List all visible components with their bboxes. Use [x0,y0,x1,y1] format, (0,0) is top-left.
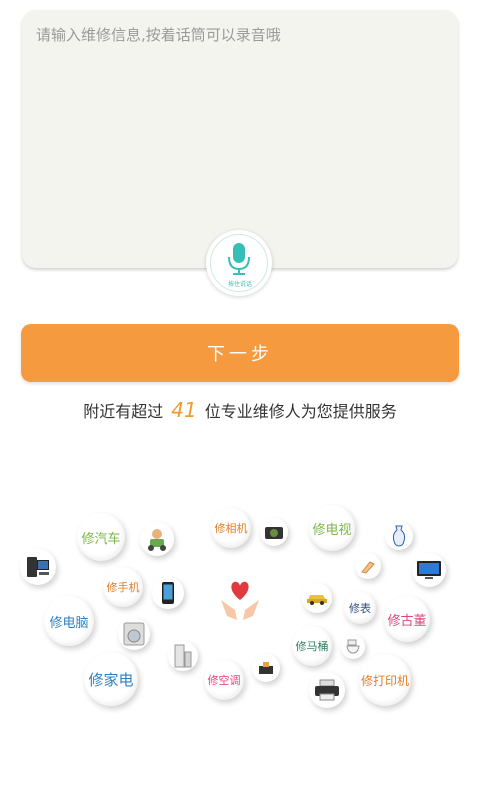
service-appliance-label: 修家电 [88,670,134,689]
voice-record-button[interactable]: 按住说话 [206,230,272,296]
service-camera[interactable]: 修相机 [211,508,251,548]
vase-icon[interactable] [385,522,413,550]
hand-tool-icon[interactable] [355,553,381,579]
service-watch[interactable]: 修表 [344,592,376,624]
service-toilet[interactable]: 修马桶 [292,626,332,666]
smartphone-icon[interactable] [152,577,184,609]
service-camera-label: 修相机 [214,522,248,535]
service-printer-label: 修打印机 [360,673,409,688]
toilet-icon[interactable] [341,635,365,659]
service-antique[interactable]: 修古董 [384,596,430,642]
washing-machine-icon[interactable] [118,618,150,650]
television-icon[interactable] [412,553,446,587]
service-appliance[interactable]: 修家电 [84,652,138,706]
service-ac-label: 修空调 [207,674,241,687]
nearby-repairers-info: 附近有超过 41 位专业维修人为您提供服务 [0,398,480,422]
refrigerator-icon[interactable] [168,641,198,671]
service-computer-label: 修电脑 [49,615,89,631]
service-antique-label: 修古董 [387,613,427,629]
next-step-button[interactable]: 下一步 [21,324,459,382]
camera-icon[interactable] [260,518,288,546]
service-watch-label: 修表 [349,602,371,615]
service-printer[interactable]: 修打印机 [359,654,411,706]
service-computer[interactable]: 修电脑 [44,596,94,646]
service-tv-label: 修电视 [312,522,352,538]
input-placeholder: 请输入维修信息,按着话筒可以录音哦 [36,26,281,44]
microphone-icon [228,243,250,275]
service-ac[interactable]: 修空调 [204,660,244,700]
service-phone-label: 修手机 [106,581,140,594]
service-car[interactable]: 修汽车 [77,513,125,561]
printer-icon[interactable] [309,672,345,708]
heart-hands-icon [215,574,265,624]
repairer-count: 41 [171,398,197,422]
desktop-computer-icon[interactable] [20,549,56,585]
repair-tool-icon[interactable] [252,654,280,682]
service-phone[interactable]: 修手机 [103,567,143,607]
mic-label: 按住说话 [227,281,252,288]
service-toilet-label: 修马桶 [295,640,329,653]
info-suffix: 位专业维修人为您提供服务 [204,402,397,421]
info-prefix: 附近有超过 [83,402,164,421]
service-tv[interactable]: 修电视 [309,505,355,551]
mic-circle[interactable]: 按住说话 [210,234,268,292]
delivery-person-icon[interactable] [140,522,174,556]
car-icon[interactable] [302,583,332,613]
service-car-label: 修汽车 [81,531,121,547]
